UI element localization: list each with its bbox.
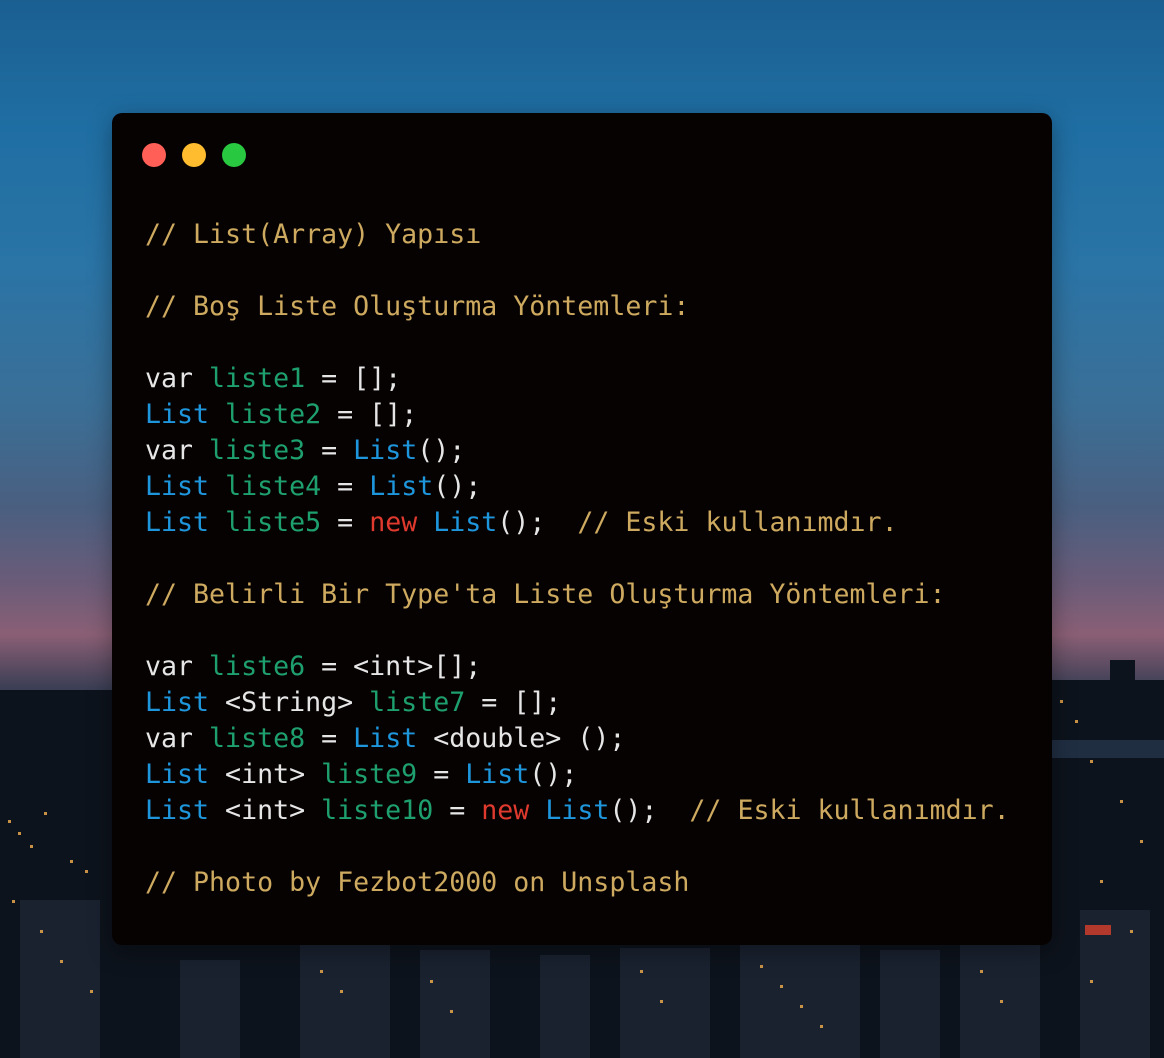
code-blank-line: ​	[145, 829, 1010, 865]
code-line: // Photo by Fezbot2000 on Unsplash	[145, 865, 1010, 901]
code-token-type: List	[145, 795, 210, 826]
code-token-comment: // Boş Liste Oluşturma Yöntemleri:	[145, 291, 690, 322]
code-token-new: new	[369, 507, 418, 538]
code-token-plain: =	[417, 759, 466, 790]
code-line: List <int> liste10 = new List(); // Eski…	[145, 793, 1010, 829]
maximize-button[interactable]	[222, 143, 246, 167]
code-line: List liste2 = [];	[145, 397, 1010, 433]
code-token-var: liste8	[209, 723, 306, 754]
code-token-var: liste10	[321, 795, 434, 826]
code-token-plain: ();	[609, 795, 690, 826]
code-token-plain: var	[145, 435, 210, 466]
code-blank-line: ​	[145, 541, 1010, 577]
code-token-var: liste2	[225, 399, 322, 430]
code-token-type: List	[145, 471, 210, 502]
code-token-plain: var	[145, 363, 210, 394]
code-line: // Boş Liste Oluşturma Yöntemleri:	[145, 289, 1010, 325]
code-token-plain: <int>	[209, 795, 322, 826]
code-token-plain: var	[145, 651, 210, 682]
code-token-plain: =	[321, 471, 370, 502]
code-line: var liste3 = List();	[145, 433, 1010, 469]
code-token-type: List	[145, 759, 210, 790]
code-token-plain: ();	[497, 507, 578, 538]
code-token-plain: = [];	[321, 399, 418, 430]
code-token-comment: // Eski kullanımdır.	[577, 507, 898, 538]
code-token-var: liste1	[209, 363, 306, 394]
code-token-plain: ();	[529, 759, 578, 790]
code-token-plain: = [];	[465, 687, 562, 718]
code-token-plain: = [];	[305, 363, 402, 394]
code-token-new: new	[481, 795, 530, 826]
code-token-plain: var	[145, 723, 210, 754]
code-token-plain: <String>	[209, 687, 370, 718]
code-line: List liste5 = new List(); // Eski kullan…	[145, 505, 1010, 541]
code-token-type: List	[545, 795, 610, 826]
code-line: var liste1 = [];	[145, 361, 1010, 397]
code-token-plain: <int>	[209, 759, 322, 790]
code-token-var: liste4	[225, 471, 322, 502]
code-token-plain: =	[305, 435, 354, 466]
code-line: List <int> liste9 = List();	[145, 757, 1010, 793]
code-line: List <String> liste7 = [];	[145, 685, 1010, 721]
code-token-type: List	[353, 723, 418, 754]
code-block: // List(Array) Yapısı​// Boş Liste Oluşt…	[145, 217, 1010, 901]
code-line: var liste8 = List <double> ();	[145, 721, 1010, 757]
code-token-plain: =	[433, 795, 482, 826]
code-token-var: liste6	[209, 651, 306, 682]
code-token-plain: <double> ();	[417, 723, 626, 754]
code-token-type: List	[145, 507, 210, 538]
minimize-button[interactable]	[182, 143, 206, 167]
code-token-type: List	[465, 759, 530, 790]
code-token-type: List	[145, 399, 210, 430]
code-token-comment: // Belirli Bir Type'ta Liste Oluşturma Y…	[145, 579, 946, 610]
code-blank-line: ​	[145, 613, 1010, 649]
code-token-plain: ();	[417, 435, 466, 466]
code-window: // List(Array) Yapısı​// Boş Liste Oluşt…	[112, 113, 1052, 945]
code-line: var liste6 = <int>[];	[145, 649, 1010, 685]
code-token-plain: =	[305, 723, 354, 754]
code-line: List liste4 = List();	[145, 469, 1010, 505]
code-token-plain: ();	[433, 471, 482, 502]
code-token-plain: =	[321, 507, 370, 538]
code-token-var: liste9	[321, 759, 418, 790]
code-line: // Belirli Bir Type'ta Liste Oluşturma Y…	[145, 577, 1010, 613]
code-token-plain: = <int>[];	[305, 651, 482, 682]
code-token-type: List	[145, 687, 210, 718]
code-line: // List(Array) Yapısı	[145, 217, 1010, 253]
code-token-var: liste5	[225, 507, 322, 538]
code-token-comment: // Photo by Fezbot2000 on Unsplash	[145, 867, 690, 898]
window-controls	[142, 143, 246, 167]
code-token-type: List	[353, 435, 418, 466]
code-token-type: List	[433, 507, 498, 538]
code-blank-line: ​	[145, 253, 1010, 289]
code-token-comment: // List(Array) Yapısı	[145, 219, 482, 250]
code-token-comment: // Eski kullanımdır.	[689, 795, 1010, 826]
code-token-type: List	[369, 471, 434, 502]
code-token-var: liste7	[369, 687, 466, 718]
code-blank-line: ​	[145, 325, 1010, 361]
close-button[interactable]	[142, 143, 166, 167]
code-token-var: liste3	[209, 435, 306, 466]
